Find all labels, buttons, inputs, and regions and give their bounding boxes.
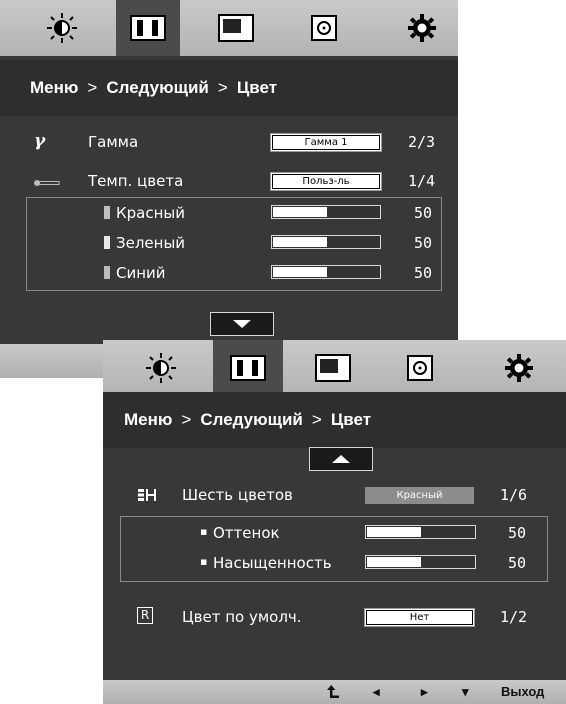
blue-row[interactable]: Синий 50 [0,262,458,286]
six-color-icon [138,489,156,501]
hue-row[interactable]: ▪ Оттенок 50 [103,522,566,546]
osd-panel-color-page1: Меню > Следующий > Цвет γ Гамма Гамма 1 … [0,0,458,378]
scroll-down-button[interactable] [210,312,274,336]
up-arrow-icon [332,455,350,463]
down-arrow-icon [233,320,251,328]
nav-right-button[interactable]: ▸ [421,684,428,700]
green-slider[interactable] [271,235,381,249]
six-colors-index: 1/6 [500,486,528,504]
saturation-slider[interactable] [365,555,476,569]
picture-icon [130,15,166,41]
tab-brightness[interactable] [129,340,193,396]
color-reset-value[interactable]: Нет [365,609,474,626]
saturation-row[interactable]: ▪ Насыщенность 50 [103,552,566,576]
color-reset-row[interactable]: R Цвет по умолч. Нет 1/2 [103,606,566,630]
exit-button[interactable]: Выход [501,684,544,699]
breadcrumb-current: Цвет [236,78,278,97]
saturation-value: 50 [508,554,527,572]
color-temp-index: 1/4 [408,172,436,190]
tab-picture[interactable] [116,0,180,56]
red-slider[interactable] [271,205,381,219]
color-temp-row[interactable]: Темп. цвета Польз-ль 1/4 [0,170,458,194]
color-reset-label: Цвет по умолч. [182,608,302,626]
tab-screen[interactable] [301,340,365,396]
blue-slider-fill [273,267,327,277]
bullet-icon [104,206,110,219]
bullet-icon: ▪ [200,525,208,538]
red-value: 50 [414,204,433,222]
sound-disc-icon [311,15,337,41]
picture-icon [230,355,266,381]
six-colors-value[interactable]: Красный [365,487,474,504]
gamma-row[interactable]: γ Гамма Гамма 1 2/3 [0,131,458,155]
color-temp-value[interactable]: Польз-ль [271,173,381,190]
six-colors-row[interactable]: Шесть цветов Красный 1/6 [103,484,566,508]
breadcrumb-menu: Меню [124,410,173,429]
brightness-icon [47,13,77,43]
screen-position-icon [218,14,254,42]
bottom-nav-bar: ◂ ▸ ▾ Выход [103,680,566,704]
green-label: Зеленый [116,234,186,252]
red-label-wrap: Красный [104,204,185,222]
breadcrumb: Меню > Следующий > Цвет [0,60,458,116]
tab-screen[interactable] [204,0,268,56]
tab-sound[interactable] [388,340,452,396]
green-label-wrap: Зеленый [104,234,185,252]
breadcrumb-separator: > [217,78,228,97]
tab-picture[interactable] [213,340,283,396]
tab-settings[interactable] [487,340,551,396]
menu-tab-bar [103,340,566,396]
nav-down-button[interactable]: ▾ [462,684,469,700]
screen-position-icon [315,354,351,382]
nav-left-button[interactable]: ◂ [373,684,380,700]
hue-slider-fill [367,527,421,537]
hue-slider[interactable] [365,525,476,539]
breadcrumb-next: Следующий [200,410,303,429]
gamma-value[interactable]: Гамма 1 [271,134,381,151]
bullet-icon: ▪ [200,555,208,568]
blue-value: 50 [414,264,433,282]
blue-slider[interactable] [271,265,381,279]
tab-settings[interactable] [390,0,454,56]
blue-label-wrap: Синий [104,264,166,282]
breadcrumb-separator: > [87,78,98,97]
hue-label: Оттенок [213,524,280,542]
six-colors-label: Шесть цветов [182,486,293,504]
green-slider-fill [273,237,327,247]
gamma-icon: γ [34,131,46,151]
blue-label: Синий [116,264,166,282]
breadcrumb-current: Цвет [330,410,372,429]
settings-gear-icon [505,354,533,382]
breadcrumb-separator: > [311,410,322,429]
saturation-label: Насыщенность [213,554,332,572]
saturation-slider-fill [367,557,421,567]
osd-panel-color-page2: Меню > Следующий > Цвет Шесть цветов Кра… [103,340,566,704]
settings-gear-icon [408,14,436,42]
breadcrumb-next: Следующий [106,78,209,97]
back-arrow-icon[interactable] [326,685,340,699]
red-label: Красный [116,204,186,222]
green-value: 50 [414,234,433,252]
breadcrumb: Меню > Следующий > Цвет [103,392,566,448]
menu-tab-bar [0,0,458,56]
thermometer-icon [34,180,60,186]
breadcrumb-menu: Меню [30,78,79,97]
gamma-index: 2/3 [408,133,436,151]
hue-value: 50 [508,524,527,542]
scroll-up-button[interactable] [309,447,373,471]
red-slider-fill [273,207,327,217]
bullet-icon [104,266,110,279]
tab-brightness[interactable] [30,0,94,56]
color-temp-label: Темп. цвета [88,172,184,190]
color-reset-index: 1/2 [500,608,528,626]
reset-icon: R [137,607,153,624]
green-row[interactable]: Зеленый 50 [0,232,458,256]
gamma-label: Гамма [88,133,139,151]
red-row[interactable]: Красный 50 [0,202,458,226]
bullet-icon [104,236,110,249]
sound-disc-icon [407,355,433,381]
breadcrumb-separator: > [181,410,192,429]
tab-sound[interactable] [292,0,356,56]
brightness-icon [146,353,176,383]
